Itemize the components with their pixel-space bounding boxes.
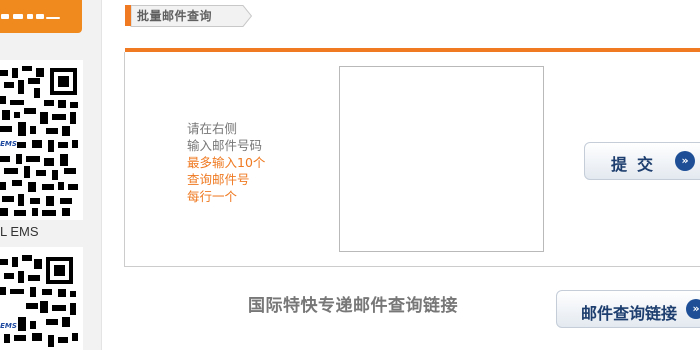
instructions: 请在右侧 输入邮件号码 最多输入10个 查询邮件号 每行一个 bbox=[187, 120, 265, 205]
tracking-links-button[interactable]: 邮件查询链接 » bbox=[556, 290, 700, 328]
qr-code-image bbox=[0, 255, 78, 347]
qr-caption: L EMS bbox=[0, 224, 39, 239]
tracking-number-input[interactable] bbox=[339, 66, 544, 252]
submit-button-label: 提交 bbox=[611, 155, 664, 174]
instruction-line: 输入邮件号码 bbox=[187, 138, 263, 153]
banner-icons bbox=[0, 14, 62, 21]
ems-logo-badge: EMS bbox=[0, 318, 17, 334]
sidebar: EMS L EMS EMS bbox=[0, 0, 102, 350]
submit-button[interactable]: 提交 » bbox=[584, 142, 700, 180]
tracking-links-label: 邮件查询链接 bbox=[581, 304, 678, 323]
instruction-line: 请在右侧 bbox=[187, 121, 238, 136]
qr-card-1: EMS bbox=[0, 60, 83, 220]
double-arrow-icon: » bbox=[675, 151, 695, 171]
section-title: 批量邮件查询 bbox=[137, 9, 213, 23]
instruction-line: 每行一个 bbox=[187, 189, 238, 204]
qr-card-2: EMS bbox=[0, 247, 83, 350]
section-tab: 批量邮件查询 bbox=[125, 5, 252, 27]
instruction-line: 最多输入10个 bbox=[187, 155, 266, 170]
sidebar-banner[interactable] bbox=[0, 0, 82, 33]
instruction-line: 查询邮件号 bbox=[187, 172, 250, 187]
tab-accent-marker bbox=[125, 5, 131, 26]
double-arrow-icon: » bbox=[686, 299, 700, 319]
links-title: 国际特快专递邮件查询链接 bbox=[248, 296, 458, 316]
ems-logo-badge: EMS bbox=[0, 136, 17, 152]
